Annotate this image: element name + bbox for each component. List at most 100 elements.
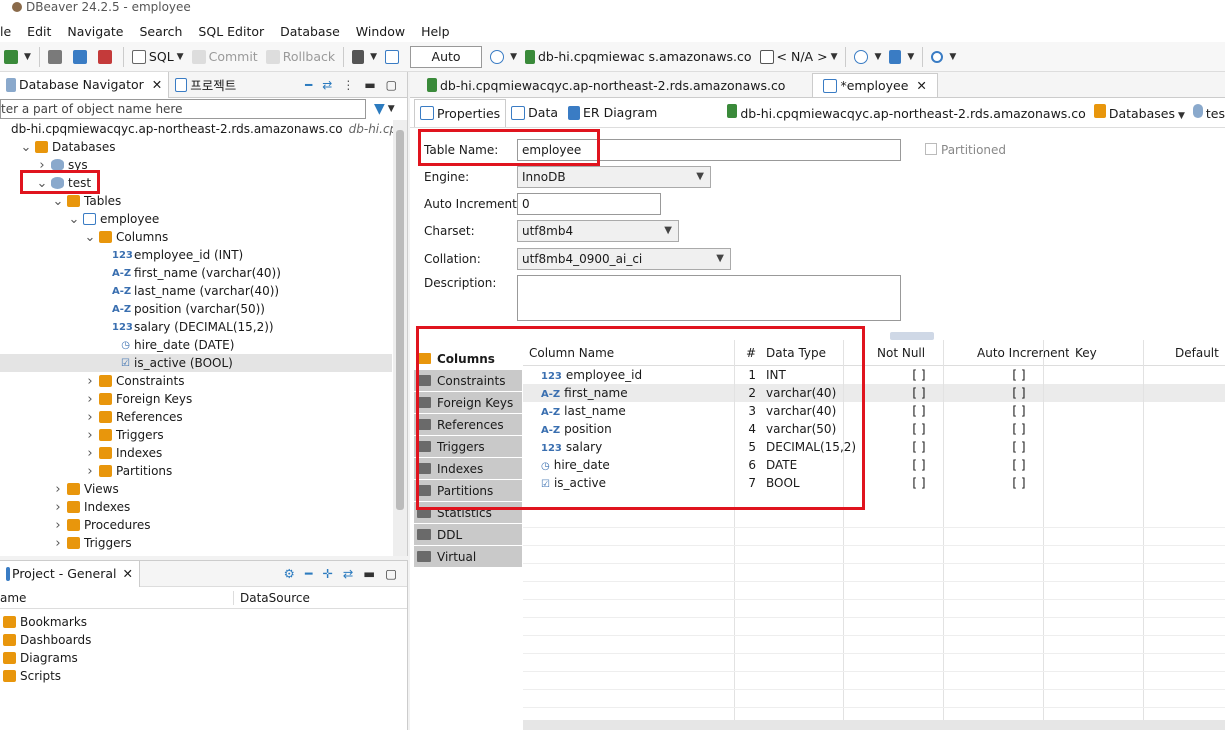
tree-node[interactable]: › Views [0, 480, 392, 498]
cell-num[interactable]: 4 [728, 422, 760, 436]
collapse-all-icon[interactable]: ━ [305, 78, 312, 92]
menu-item-edit[interactable]: Edit [19, 24, 59, 39]
close-icon[interactable]: ✕ [152, 77, 162, 92]
maximize-icon[interactable]: ▢ [386, 78, 397, 92]
side-tab-ddl[interactable]: DDL [414, 524, 522, 546]
tree-node[interactable]: › Indexes [0, 444, 392, 462]
collapse-icon[interactable]: ━ [305, 566, 313, 581]
history-button[interactable]: ▼ [486, 45, 521, 69]
tab-project-general[interactable]: Project - General ✕ [0, 560, 140, 587]
description-textarea[interactable] [517, 275, 901, 321]
column-header-name[interactable]: ame [0, 590, 234, 605]
column-header-key[interactable]: Key [1069, 346, 1169, 360]
tree-node[interactable]: ⌄ test [0, 174, 392, 192]
chevron-right-icon[interactable]: › [84, 446, 96, 461]
table-row[interactable]: A-Z first_name 2 varchar(40)[ ][ ] [523, 384, 1225, 402]
side-tab-constraints[interactable]: Constraints [414, 370, 522, 392]
column-name-cell[interactable]: A-Z first_name [523, 386, 728, 400]
tree-node[interactable]: › Indexes [0, 498, 392, 516]
partitioned-checkbox[interactable] [925, 143, 937, 155]
tree-node[interactable]: ⌄ Databases [0, 138, 392, 156]
chevron-right-icon[interactable]: › [84, 464, 96, 479]
tab-database-navigator[interactable]: Database Navigator ✕ [0, 71, 170, 98]
cell-notnull[interactable]: [ ] [869, 422, 969, 436]
chevron-right-icon[interactable]: › [52, 536, 64, 551]
project-item-bookmarks[interactable]: Bookmarks [0, 613, 407, 631]
tree-node[interactable]: › References [0, 408, 392, 426]
column-header-auto-increment[interactable]: Auto Increment [969, 346, 1069, 360]
cell-type[interactable]: DATE [760, 458, 869, 472]
column-name-cell[interactable]: ◷ hire_date [523, 458, 728, 472]
column-name-cell[interactable]: 123 employee_id [523, 368, 728, 382]
column-header-data-type[interactable]: Data Type [760, 346, 869, 360]
side-tab-columns[interactable]: Columns [414, 348, 522, 370]
side-tab-references[interactable]: References [414, 414, 522, 436]
chevron-down-icon[interactable]: ⌄ [68, 212, 80, 227]
table-row[interactable]: A-Z position 4 varchar(50)[ ][ ] [523, 420, 1225, 438]
tab-employee-editor[interactable]: *employee ✕ [812, 73, 938, 97]
column-name-cell[interactable]: 123 salary [523, 440, 728, 454]
view-menu-icon[interactable]: ⋮ [342, 78, 354, 92]
tree-node[interactable]: › sys [0, 156, 392, 174]
grid-horizontal-scrollbar[interactable] [523, 720, 1225, 730]
connect-button[interactable] [44, 45, 69, 69]
cell-num[interactable]: 5 [728, 440, 760, 454]
engine-select[interactable]: InnoDB ▼ [517, 166, 711, 188]
rollback-button[interactable]: Rollback [262, 45, 339, 69]
tree-node[interactable]: db-hi.cpqmiewacqyc.ap-northeast-2.rds.am… [0, 120, 409, 138]
chevron-right-icon[interactable]: › [84, 410, 96, 425]
column-header-not-null[interactable]: Not Null [869, 346, 969, 360]
cell-notnull[interactable]: [ ] [869, 476, 969, 490]
chevron-down-icon[interactable]: ⌄ [20, 140, 32, 155]
side-tab-partitions[interactable]: Partitions [414, 480, 522, 502]
menu-item-database[interactable]: Database [272, 24, 348, 39]
dashboard-button[interactable]: ▼ [850, 45, 885, 69]
chevron-right-icon[interactable]: › [52, 500, 64, 515]
chevron-right-icon[interactable]: › [84, 392, 96, 407]
table-name-input[interactable]: employee [517, 139, 901, 161]
cell-notnull[interactable]: [ ] [869, 440, 969, 454]
column-header-default[interactable]: Default [1169, 346, 1225, 360]
breadcrumb-connection[interactable]: db-hi.cpqmiewacqyc.ap-northeast-2.rds.am… [727, 104, 1086, 121]
side-tab-indexes[interactable]: Indexes [414, 458, 522, 480]
minimize-icon[interactable]: ▬ [364, 78, 375, 92]
cell-num[interactable]: 1 [728, 368, 760, 382]
tree-node[interactable]: › Constraints [0, 372, 392, 390]
close-icon[interactable]: ✕ [916, 78, 926, 93]
cell-autoinc[interactable]: [ ] [969, 368, 1069, 382]
navigator-scrollbar[interactable] [393, 120, 407, 556]
cell-notnull[interactable]: [ ] [869, 458, 969, 472]
chevron-right-icon[interactable]: › [52, 518, 64, 533]
menu-item-sql-editor[interactable]: SQL Editor [190, 24, 272, 39]
chevron-right-icon[interactable]: › [52, 482, 64, 497]
charset-select[interactable]: utf8mb4 ▼ [517, 220, 679, 242]
tree-node[interactable]: ⌄ Columns [0, 228, 392, 246]
menu-item-navigate[interactable]: Navigate [59, 24, 131, 39]
navigator-filter-input[interactable]: ter a part of object name here [0, 99, 366, 119]
breadcrumb-databases[interactable]: Databases ▼ [1093, 104, 1185, 121]
chevron-right-icon[interactable]: › [84, 374, 96, 389]
column-name-cell[interactable]: A-Z last_name [523, 404, 728, 418]
cell-num[interactable]: 2 [728, 386, 760, 400]
tree-node[interactable]: › Partitions [0, 462, 392, 480]
tab-connection-editor[interactable]: db-hi.cpqmiewacqyc.ap-northeast-2.rds.am… [416, 73, 796, 97]
cell-type[interactable]: varchar(40) [760, 404, 869, 418]
tree-node[interactable]: 123 employee_id (INT) [0, 246, 392, 264]
menu-item-help[interactable]: Help [413, 24, 458, 39]
tree-node[interactable]: › Triggers [0, 534, 392, 552]
column-header-column-name[interactable]: Column Name [523, 346, 728, 360]
project-item-scripts[interactable]: Scripts [0, 667, 407, 685]
menu-item-search[interactable]: Search [131, 24, 190, 39]
erd-button[interactable]: ▼ [885, 45, 918, 69]
cell-autoinc[interactable]: [ ] [969, 440, 1069, 454]
cell-type[interactable]: DECIMAL(15,2) [760, 440, 869, 454]
side-tab-triggers[interactable]: Triggers [414, 436, 522, 458]
tree-node[interactable]: › Triggers [0, 426, 392, 444]
column-name-cell[interactable]: A-Z position [523, 422, 728, 436]
cell-autoinc[interactable]: [ ] [969, 422, 1069, 436]
side-tab-statistics[interactable]: Statistics [414, 502, 522, 524]
chevron-down-icon[interactable]: ⌄ [36, 176, 48, 191]
cell-autoinc[interactable]: [ ] [969, 386, 1069, 400]
table-row[interactable]: A-Z last_name 3 varchar(40)[ ][ ] [523, 402, 1225, 420]
table-row[interactable]: ◷ hire_date 6 DATE[ ][ ] [523, 456, 1225, 474]
